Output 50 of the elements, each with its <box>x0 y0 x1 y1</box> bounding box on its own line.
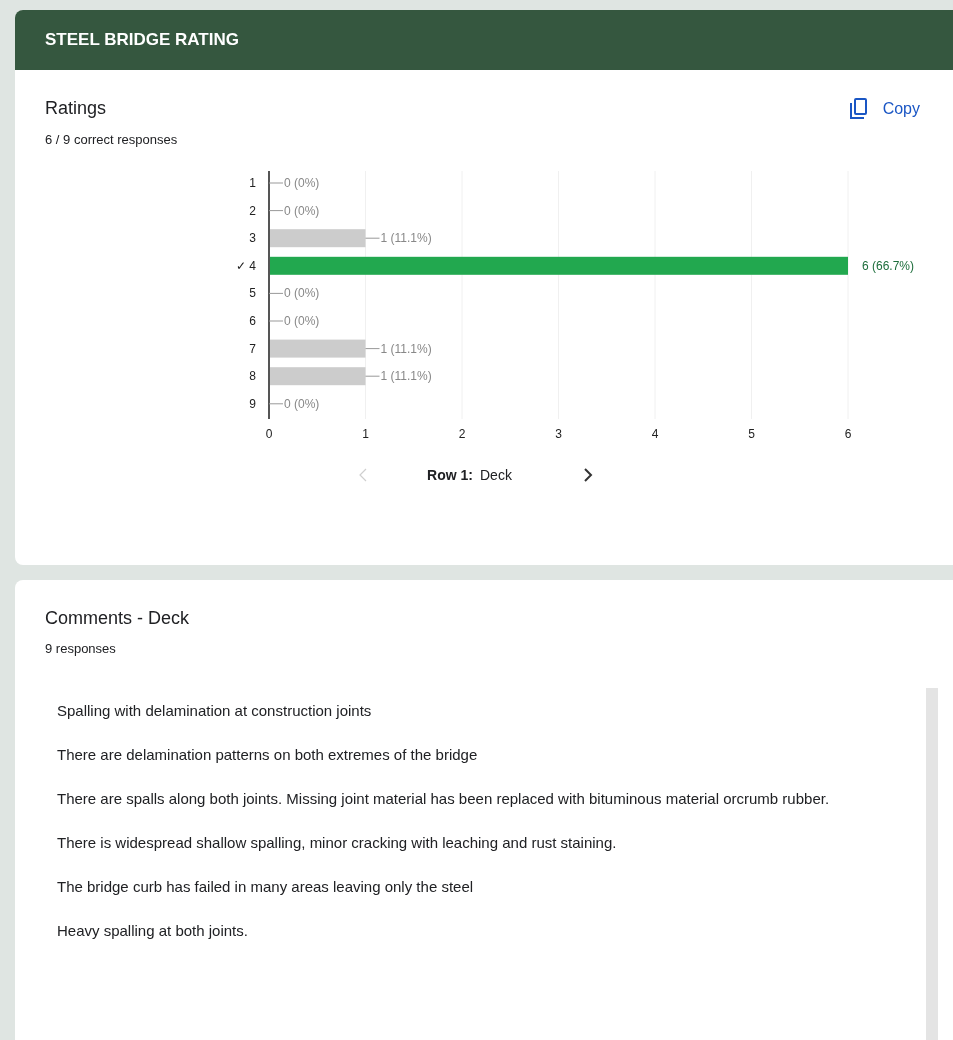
category-label: 8 <box>249 369 256 384</box>
axis-tick-label: 6 <box>844 427 852 441</box>
leader-line <box>268 292 284 294</box>
row-label: Row 1: <box>427 467 473 483</box>
axis-tick-label: 2 <box>458 427 466 441</box>
leader-line <box>365 375 380 377</box>
value-label: 0 (0%) <box>284 203 320 218</box>
response-text: The bridge curb has failed in many areas leaving only the steel <box>57 877 475 897</box>
response-text: Spalling with delamination at construction joints <box>57 701 373 721</box>
response-text: There is widespread shallow spalling, minor cracking with leaching and rust staining. <box>57 833 618 853</box>
response-text: There are spalls along both joints. Missing joint material has been replaced with bituminous material orcrumb rubber. <box>57 789 831 809</box>
axis-tick-label: 3 <box>555 427 562 441</box>
leader-line <box>268 210 284 212</box>
axis-tick-label: 0 <box>265 427 273 441</box>
axis-tick-label: 1 <box>362 427 369 441</box>
category-label: 6 <box>249 314 256 328</box>
scrollbar[interactable] <box>926 688 938 1040</box>
leader-line <box>268 403 284 405</box>
value-label: 1 (11.1%) <box>380 341 432 356</box>
section-title: Ratings <box>45 98 107 119</box>
leader-line <box>365 348 380 350</box>
leader-line <box>268 320 284 322</box>
header-title: STEEL BRIDGE RATING <box>45 30 239 50</box>
response-count: 6 / 9 correct responses <box>45 132 179 147</box>
response-count: 9 responses <box>45 641 117 656</box>
value-label: 1 (11.1%) <box>380 369 432 384</box>
category-label: 3 <box>249 231 256 246</box>
category-label: 5 <box>249 286 256 301</box>
category-label: 1 <box>249 176 256 190</box>
axis-tick-label: 4 <box>651 427 659 441</box>
leader-line <box>365 237 380 239</box>
value-label: 1 (11.1%) <box>380 231 432 246</box>
leader-line <box>268 182 284 184</box>
value-label: 0 (0%) <box>284 286 320 301</box>
axis-tick-label: 5 <box>748 427 755 441</box>
row-name: Deck <box>480 467 512 483</box>
category-label: 9 <box>249 396 256 411</box>
section-title: Comments - Deck <box>45 608 191 629</box>
copy-button[interactable]: Copy <box>848 98 920 120</box>
value-label: 0 (0%) <box>284 396 320 411</box>
response-text: Heavy spalling at both joints. <box>57 921 249 941</box>
value-label: 6 (66.7%) <box>862 258 915 273</box>
value-label: 0 (0%) <box>284 314 320 328</box>
value-label: 0 (0%) <box>284 176 320 190</box>
response-text: There are delamination patterns on both extremes of the bridge <box>57 745 479 765</box>
chevron-right-icon <box>581 468 594 482</box>
category-label: ✓ 4 <box>236 258 256 273</box>
category-label: 2 <box>249 203 256 218</box>
copy-icon <box>848 98 869 120</box>
category-label: 7 <box>249 341 256 356</box>
